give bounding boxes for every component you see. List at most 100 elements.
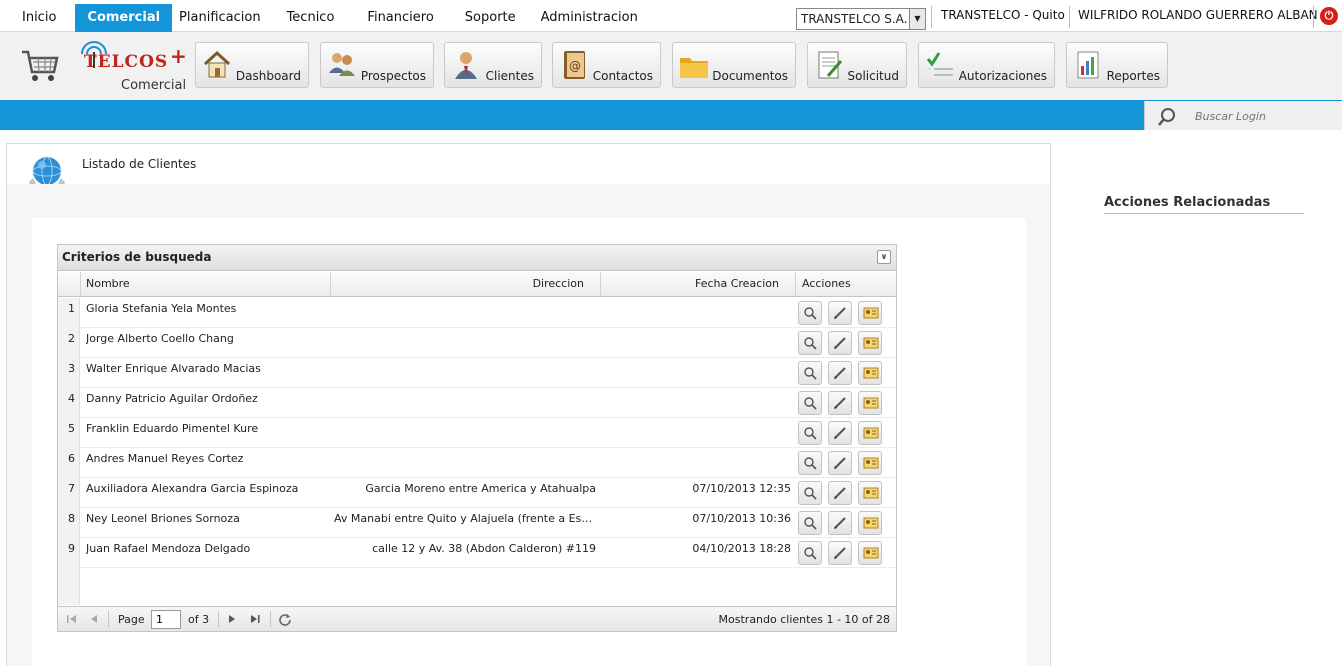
client-card-button[interactable]	[858, 361, 882, 385]
view-button[interactable]	[798, 301, 822, 325]
table-row[interactable]: 2 Jorge Alberto Coello Chang	[58, 328, 896, 358]
chevron-down-icon[interactable]: ▼	[909, 9, 925, 29]
view-icon	[804, 307, 817, 320]
table-row[interactable]: 6 Andres Manuel Reyes Cortez	[58, 448, 896, 478]
cell-direccion: Av Manabi entre Quito y Alajuela (frente…	[334, 512, 596, 525]
table-row[interactable]: 3 Walter Enrique Alvarado Macias	[58, 358, 896, 388]
company-select[interactable]: TRANSTELCO S.A. ▼	[796, 8, 926, 30]
module-toolbar: TELCOS + Comercial Dashboard Prospectos …	[0, 32, 1342, 100]
view-button[interactable]	[798, 391, 822, 415]
first-page-icon[interactable]	[66, 613, 78, 625]
refresh-icon[interactable]	[278, 612, 292, 626]
power-logout-icon[interactable]: ⏻	[1320, 7, 1338, 25]
cell-nombre: Gloria Stefania Yela Montes	[86, 302, 237, 315]
client-card-button[interactable]	[858, 301, 882, 325]
column-header-nombre[interactable]: Nombre	[81, 272, 331, 297]
table-row[interactable]: 7 Auxiliadora Alexandra Garcia Espinoza Ga…	[58, 478, 896, 508]
prospects-icon	[329, 53, 355, 76]
grid-title: Criterios de busqueda ∨	[58, 245, 896, 271]
table-row[interactable]: 1 Gloria Stefania Yela Montes	[58, 298, 896, 328]
menu-item-administracion[interactable]: Administracion	[529, 4, 651, 32]
client-card-button[interactable]	[858, 331, 882, 355]
row-number: 3	[58, 358, 80, 388]
edit-pencil-icon	[834, 547, 846, 559]
collapse-chevron-icon[interactable]: ∨	[877, 250, 891, 264]
row-number: 1	[58, 298, 80, 328]
request-form-icon	[818, 51, 843, 79]
next-page-icon[interactable]	[226, 613, 238, 625]
logo-brand: TELCOS	[84, 52, 169, 72]
view-icon	[804, 457, 817, 470]
client-card-icon	[863, 547, 879, 559]
divider	[931, 6, 932, 28]
edit-pencil-button[interactable]	[828, 511, 852, 535]
autorizaciones-button[interactable]: Autorizaciones	[918, 42, 1055, 88]
client-card-button[interactable]	[858, 391, 882, 415]
page-title: Listado de Clientes	[82, 157, 197, 171]
client-card-button[interactable]	[858, 451, 882, 475]
view-button[interactable]	[798, 361, 822, 385]
view-button[interactable]	[798, 541, 822, 565]
reportes-button[interactable]: Reportes	[1066, 42, 1168, 88]
prospectos-button[interactable]: Prospectos	[320, 42, 434, 88]
table-row[interactable]: 5 Franklin Eduardo Pimentel Kure	[58, 418, 896, 448]
menu-item-soporte[interactable]: Soporte	[447, 4, 529, 32]
view-button[interactable]	[798, 511, 822, 535]
pager-summary: Mostrando clientes 1 - 10 of 28	[718, 613, 890, 626]
edit-pencil-button[interactable]	[828, 481, 852, 505]
folder-icon	[680, 58, 708, 78]
search-input[interactable]	[1195, 107, 1335, 125]
table-row[interactable]: 9 Juan Rafael Mendoza Delgado calle 12 y A…	[58, 538, 896, 568]
main-menu: Inicio Comercial Planificacion Tecnico F…	[0, 4, 651, 32]
edit-pencil-button[interactable]	[828, 451, 852, 475]
view-button[interactable]	[798, 451, 822, 475]
office-label: TRANSTELCO - Quito	[941, 8, 1065, 22]
row-number: 7	[58, 478, 80, 508]
main-panel: Listado de Clientes Criterios de busqued…	[6, 143, 1051, 666]
dashboard-label: Dashboard	[235, 69, 301, 83]
column-header-direccion[interactable]: Direccion	[331, 272, 601, 297]
client-card-button[interactable]	[858, 541, 882, 565]
svg-text:@: @	[569, 59, 581, 73]
view-icon	[804, 337, 817, 350]
edit-pencil-button[interactable]	[828, 361, 852, 385]
menu-item-tecnico[interactable]: Tecnico	[274, 4, 348, 32]
table-row[interactable]: 4 Danny Patricio Aguilar Ordoñez	[58, 388, 896, 418]
column-header-fecha-creacion[interactable]: Fecha Creacion	[601, 272, 796, 297]
top-menu-bar: Inicio Comercial Planificacion Tecnico F…	[0, 0, 1342, 32]
client-card-button[interactable]	[858, 421, 882, 445]
contactos-button[interactable]: @ Contactos	[552, 42, 661, 88]
divider	[1069, 6, 1070, 28]
edit-pencil-button[interactable]	[828, 421, 852, 445]
view-button[interactable]	[798, 481, 822, 505]
client-card-button[interactable]	[858, 511, 882, 535]
reportes-label: Reportes	[1106, 69, 1160, 83]
edit-pencil-button[interactable]	[828, 391, 852, 415]
documentos-label: Documentos	[712, 69, 788, 83]
client-card-icon	[863, 397, 879, 409]
house-icon	[203, 50, 231, 78]
menu-item-financiero[interactable]: Financiero	[347, 4, 446, 32]
edit-pencil-button[interactable]	[828, 301, 852, 325]
edit-pencil-button[interactable]	[828, 541, 852, 565]
documentos-button[interactable]: Documentos	[672, 42, 796, 88]
search-icon[interactable]	[1157, 107, 1177, 127]
menu-item-planificacion[interactable]: Planificacion	[172, 4, 274, 32]
client-card-button[interactable]	[858, 481, 882, 505]
pager-divider	[270, 611, 271, 627]
view-button[interactable]	[798, 331, 822, 355]
page-number-input[interactable]	[151, 610, 181, 629]
solicitud-button[interactable]: Solicitud	[807, 42, 907, 88]
edit-pencil-button[interactable]	[828, 331, 852, 355]
view-icon	[804, 547, 817, 560]
row-number: 4	[58, 388, 80, 418]
table-row[interactable]: 8 Ney Leonel Briones Sornoza Av Manabi ent…	[58, 508, 896, 538]
menu-item-inicio[interactable]: Inicio	[0, 4, 69, 32]
column-header-acciones[interactable]: Acciones	[796, 272, 896, 297]
clientes-button[interactable]: Clientes	[444, 42, 542, 88]
view-button[interactable]	[798, 421, 822, 445]
last-page-icon[interactable]	[249, 613, 261, 625]
menu-item-comercial[interactable]: Comercial	[75, 4, 173, 32]
dashboard-button[interactable]: Dashboard	[195, 42, 309, 88]
prev-page-icon[interactable]	[88, 613, 100, 625]
